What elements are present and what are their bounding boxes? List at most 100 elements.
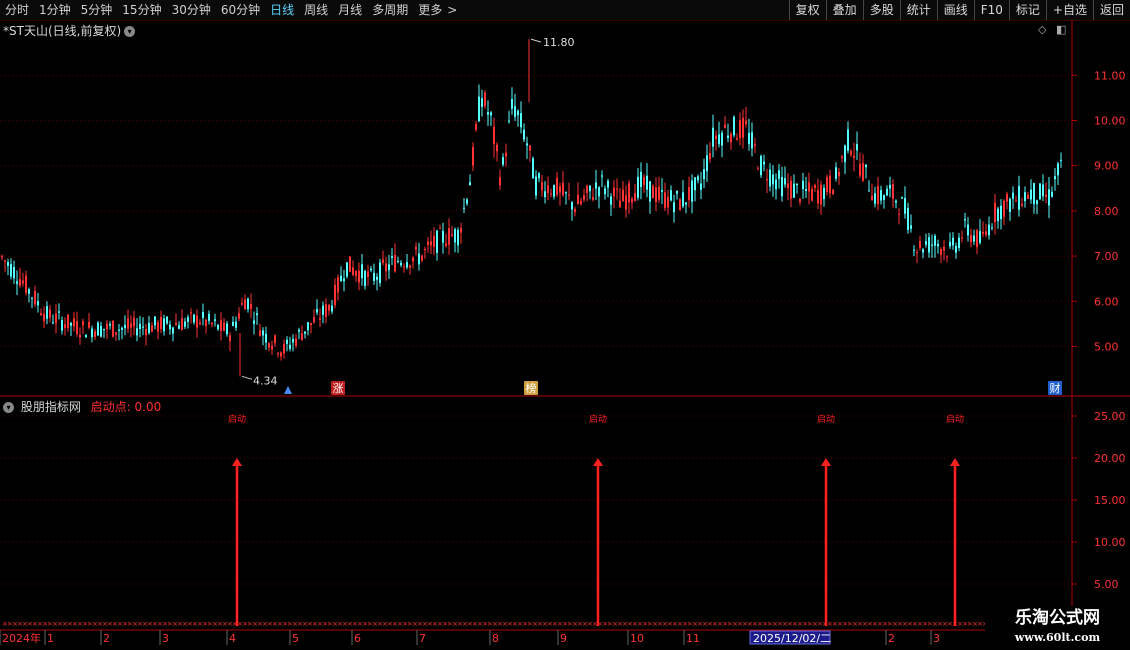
event-marker-text[interactable]: 涨 xyxy=(333,382,344,395)
low-price-label: 4.34 xyxy=(253,374,278,387)
candle-body xyxy=(967,224,969,236)
date-label: 10 xyxy=(630,632,644,645)
candle-body xyxy=(631,198,633,203)
candle-body xyxy=(265,333,267,343)
candle-body xyxy=(124,324,126,329)
candle-body xyxy=(367,271,369,277)
candle-body xyxy=(1012,192,1014,199)
candle-body xyxy=(118,329,120,331)
candle-body xyxy=(547,185,549,193)
candle-body xyxy=(31,297,33,299)
event-marker-text[interactable]: 财 xyxy=(1050,381,1061,395)
candle-body xyxy=(811,189,813,201)
candle-body xyxy=(1036,200,1038,205)
diamond-icon[interactable]: ◇ xyxy=(1038,23,1046,36)
candle-body xyxy=(40,313,42,316)
candle-body xyxy=(877,186,879,205)
candle-body xyxy=(394,255,396,272)
candle-body xyxy=(973,235,975,242)
candle-body xyxy=(775,179,777,190)
kline-chart[interactable]: 11.00 10.00 9.00 8.00 7.00 6.00 5.00 11.80 4.34 涨… xyxy=(0,0,1130,650)
candle-body xyxy=(418,253,420,265)
candle-body xyxy=(907,207,909,230)
candle-body xyxy=(616,188,618,190)
candle-body xyxy=(535,176,537,196)
candle-body xyxy=(637,176,639,198)
candle-body xyxy=(490,112,492,116)
candle-body xyxy=(706,155,708,172)
candle-body xyxy=(886,188,888,196)
candle-body xyxy=(1054,176,1056,180)
candle-body xyxy=(145,328,147,336)
candle-body xyxy=(916,251,918,253)
candle-body xyxy=(607,180,609,188)
date-label: 2 xyxy=(103,632,110,645)
candle-body xyxy=(22,280,24,284)
candle-body xyxy=(49,309,51,318)
candle-body xyxy=(742,117,744,138)
candle-body xyxy=(190,312,192,314)
chevron-down-icon[interactable]: ▾ xyxy=(3,402,14,413)
price-tick-label: 7.00 xyxy=(1094,250,1119,263)
candle-body xyxy=(568,194,570,196)
candle-body xyxy=(751,132,753,149)
candle-body xyxy=(634,193,636,202)
candle-body xyxy=(451,234,453,236)
candle-body xyxy=(580,200,582,204)
candle-body xyxy=(127,318,129,329)
candle-body xyxy=(895,200,897,203)
candle-body xyxy=(244,299,246,310)
candle-body xyxy=(376,276,378,280)
candle-body xyxy=(565,192,567,194)
stock-title-text: *ST天山(日线,前复权) xyxy=(3,24,122,38)
candle-body xyxy=(964,219,966,221)
chevron-down-icon[interactable]: ▾ xyxy=(124,26,136,37)
candle-body xyxy=(733,116,735,136)
candle-body xyxy=(88,321,90,328)
candle-body xyxy=(538,173,540,179)
candle-body xyxy=(496,144,498,152)
candle-body xyxy=(952,237,954,246)
candle-body xyxy=(241,303,243,305)
candle-body xyxy=(1018,186,1020,210)
candle-body xyxy=(949,241,951,247)
candle-body xyxy=(856,144,858,151)
candle-body xyxy=(178,325,180,329)
candle-body xyxy=(307,322,309,331)
candle-body xyxy=(931,244,933,246)
candle-body xyxy=(904,198,906,214)
candle-body xyxy=(337,277,339,293)
candle-body xyxy=(679,199,681,210)
candle-body xyxy=(508,120,510,122)
candle-body xyxy=(82,321,84,326)
candle-body xyxy=(955,245,957,253)
candle-body xyxy=(364,271,366,286)
panel-toggle-icon[interactable]: ◧ xyxy=(1056,23,1066,36)
candle-body xyxy=(397,260,399,262)
event-marker-text[interactable]: 榜 xyxy=(526,381,537,395)
signal-arrowhead-icon xyxy=(950,458,960,466)
candle-body xyxy=(430,241,432,246)
candle-body xyxy=(787,183,789,189)
candle-body xyxy=(412,257,414,262)
candle-body xyxy=(985,231,987,235)
candle-body xyxy=(313,317,315,323)
candle-body xyxy=(1027,194,1029,199)
candle-body xyxy=(97,322,99,336)
candle-body xyxy=(703,169,705,180)
candle-body xyxy=(181,318,183,331)
candle-body xyxy=(574,209,576,213)
candle-body xyxy=(982,231,984,234)
candle-body xyxy=(889,184,891,189)
candle-body xyxy=(301,333,303,341)
candle-body xyxy=(196,315,198,328)
candle-body xyxy=(61,319,63,331)
candle-body xyxy=(466,199,468,204)
candle-body xyxy=(544,191,546,198)
candle-body xyxy=(166,316,168,324)
candle-body xyxy=(310,322,312,326)
candle-body xyxy=(676,191,678,194)
date-label: 8 xyxy=(492,632,499,645)
candle-body xyxy=(433,235,435,247)
candle-body xyxy=(142,326,144,328)
